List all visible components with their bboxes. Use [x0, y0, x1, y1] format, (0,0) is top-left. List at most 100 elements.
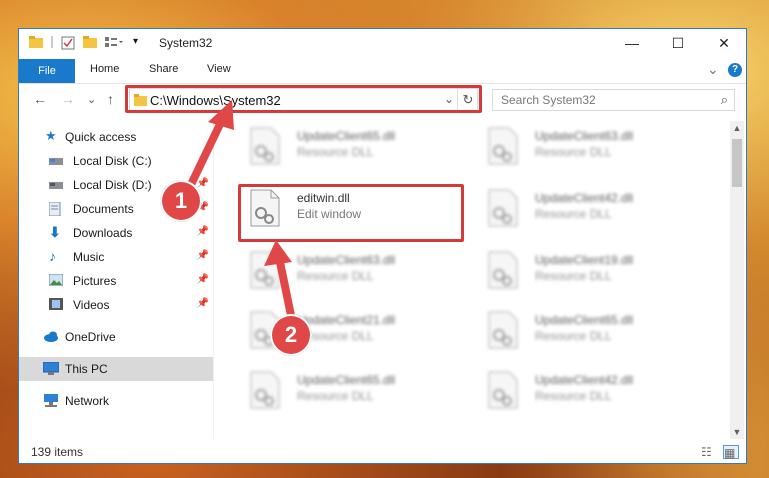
- separator: [51, 36, 53, 48]
- file-type: Resource DLL: [535, 207, 612, 221]
- list-item[interactable]: UpdateClient63.dll Resource DLL: [473, 121, 693, 171]
- tab-file[interactable]: File: [19, 59, 75, 83]
- videos-icon: [49, 298, 63, 311]
- search-input[interactable]: Search System32 ⌕: [492, 89, 735, 111]
- large-icons-view-icon[interactable]: ▦: [723, 445, 739, 460]
- ribbon-tabs: File Home Share View ⌄ ?: [19, 59, 746, 84]
- sidebar-item-pictures[interactable]: Pictures 📌: [19, 269, 213, 293]
- dll-file-icon: [487, 127, 519, 165]
- maximize-button[interactable]: ☐: [655, 29, 701, 57]
- search-icon[interactable]: ⌕: [721, 92, 728, 108]
- navigation-pane: ★ Quick access Local Disk (C:) Local Dis…: [19, 121, 214, 439]
- dll-file-icon: [487, 251, 519, 289]
- expand-ribbon-icon[interactable]: ⌄: [707, 61, 719, 78]
- sidebar-item-label: Quick access: [65, 130, 137, 144]
- dll-file-icon: [487, 189, 519, 227]
- computer-icon: [42, 361, 60, 375]
- music-icon: ♪: [49, 248, 56, 264]
- list-item[interactable]: UpdateClient42.dll Resource DLL: [473, 365, 693, 415]
- sidebar-item-downloads[interactable]: ⬇ Downloads 📌: [19, 221, 213, 245]
- address-highlight-box: [125, 85, 482, 113]
- tab-view[interactable]: View: [207, 63, 231, 75]
- file-type: Resource DLL: [297, 269, 374, 283]
- sidebar-item-onedrive[interactable]: OneDrive: [19, 325, 213, 349]
- customize-toolbar-icon[interactable]: ▾: [133, 36, 147, 48]
- status-bar: 139 items ☷ ▦: [19, 441, 746, 463]
- dll-file-icon: [249, 371, 281, 409]
- back-button[interactable]: ←: [33, 91, 47, 107]
- file-name: UpdateClient42.dll: [535, 191, 634, 205]
- sidebar-item-label: Downloads: [73, 226, 133, 240]
- tab-share[interactable]: Share: [149, 63, 178, 75]
- close-button[interactable]: ✕: [701, 29, 747, 57]
- sidebar-item-label: Pictures: [73, 274, 117, 288]
- file-name: UpdateClient65.dll: [297, 129, 396, 143]
- forward-button[interactable]: →: [61, 91, 75, 107]
- sidebar-item-network[interactable]: Network: [19, 389, 213, 413]
- sidebar-item-quick-access[interactable]: ★ Quick access: [19, 125, 213, 149]
- sidebar-item-label: Documents: [73, 202, 134, 216]
- pin-icon[interactable]: 📌: [197, 226, 209, 237]
- scroll-up-icon[interactable]: ▲: [730, 123, 744, 133]
- list-item[interactable]: UpdateClient19.dll Resource DLL: [473, 245, 693, 295]
- up-button[interactable]: ↑: [107, 91, 114, 107]
- sidebar-item-label: Network: [65, 394, 110, 408]
- recent-locations-button[interactable]: ⌄: [87, 93, 96, 106]
- file-name: UpdateClient65.dll: [535, 313, 634, 327]
- file-name: UpdateClient19.dll: [535, 253, 634, 267]
- pin-icon[interactable]: 📌: [197, 178, 209, 189]
- tab-home[interactable]: Home: [90, 63, 119, 75]
- star-icon: ★: [45, 128, 57, 143]
- list-item[interactable]: UpdateClient65.dll Resource DLL: [235, 365, 455, 415]
- list-item[interactable]: UpdateClient65.dll Resource DLL: [235, 121, 455, 171]
- pin-icon[interactable]: 📌: [197, 274, 209, 285]
- list-item[interactable]: UpdateClient21.dll Resource DLL: [235, 305, 455, 355]
- step-1-badge: 1: [160, 180, 202, 222]
- scrollbar-thumb[interactable]: [732, 139, 742, 187]
- search-placeholder: Search System32: [501, 93, 596, 107]
- file-highlight-box: [238, 184, 464, 242]
- sidebar-item-local-disk-c[interactable]: Local Disk (C:): [19, 149, 213, 173]
- help-icon[interactable]: ?: [728, 63, 742, 77]
- file-name: UpdateClient65.dll: [297, 373, 396, 387]
- sidebar-item-label: Local Disk (C:): [73, 154, 152, 168]
- cloud-icon: [43, 330, 58, 343]
- pin-icon[interactable]: 📌: [197, 250, 209, 261]
- file-name: UpdateClient63.dll: [297, 253, 396, 267]
- window-title: System32: [159, 36, 213, 50]
- details-view-icon[interactable]: ☷: [701, 445, 715, 459]
- view-options-icon[interactable]: [105, 36, 123, 48]
- new-folder-icon[interactable]: [83, 36, 97, 48]
- file-type: Resource DLL: [297, 389, 374, 403]
- file-name: UpdateClient21.dll: [297, 313, 396, 327]
- sidebar-item-label: Local Disk (D:): [73, 178, 152, 192]
- file-type: Resource DLL: [535, 269, 612, 283]
- drive-icon: [49, 178, 63, 191]
- list-item[interactable]: UpdateClient65.dll Resource DLL: [473, 305, 693, 355]
- pin-icon[interactable]: 📌: [197, 298, 209, 309]
- dll-file-icon: [487, 371, 519, 409]
- list-item[interactable]: UpdateClient63.dll Resource DLL: [235, 245, 455, 295]
- sidebar-item-label: Videos: [73, 298, 110, 312]
- folder-icon: [29, 36, 43, 48]
- item-count: 139 items: [31, 445, 84, 459]
- sidebar-item-music[interactable]: ♪ Music 📌: [19, 245, 213, 269]
- drive-icon: [49, 154, 63, 167]
- properties-icon[interactable]: [61, 36, 75, 50]
- scroll-down-icon[interactable]: ▼: [730, 427, 744, 437]
- vertical-scrollbar[interactable]: ▲ ▼: [730, 121, 744, 439]
- sidebar-item-videos[interactable]: Videos 📌: [19, 293, 213, 317]
- sidebar-item-label: Music: [73, 250, 105, 264]
- title-bar: ▾ System32 — ☐ ✕: [19, 29, 746, 57]
- step-2-badge: 2: [270, 314, 312, 356]
- list-item[interactable]: UpdateClient42.dll Resource DLL: [473, 183, 693, 233]
- pictures-icon: [48, 273, 64, 287]
- network-icon: [43, 394, 58, 407]
- file-name: UpdateClient42.dll: [535, 373, 634, 387]
- dll-file-icon: [487, 311, 519, 349]
- documents-icon: [48, 201, 63, 217]
- file-list: UpdateClient65.dll Resource DLL editwin.…: [225, 121, 731, 439]
- sidebar-item-this-pc[interactable]: This PC: [19, 357, 213, 381]
- file-name: UpdateClient63.dll: [535, 129, 634, 143]
- minimize-button[interactable]: —: [609, 29, 655, 57]
